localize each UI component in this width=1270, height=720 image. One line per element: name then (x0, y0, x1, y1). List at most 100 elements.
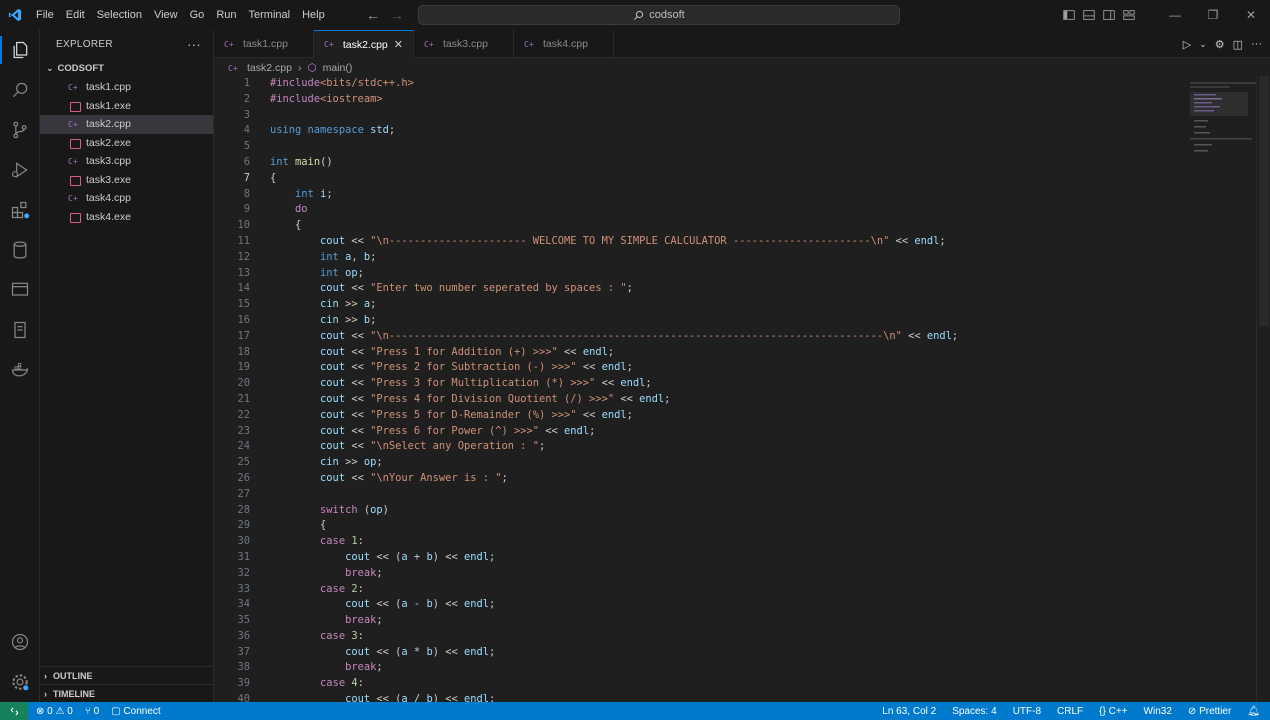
menu-terminal[interactable]: Terminal (243, 0, 297, 30)
line-number: 23 (237, 424, 250, 437)
run-icon[interactable]: ▷ (1183, 38, 1191, 51)
line-number: 38 (237, 661, 250, 674)
back-arrow-icon[interactable]: ← (366, 7, 380, 23)
accounts-activity[interactable] (0, 622, 40, 662)
remote-explorer-icon (11, 282, 29, 296)
code-line: 6 int main() (214, 155, 1194, 171)
notifications-bell-icon[interactable]: 🔔︎ (1247, 706, 1260, 717)
language-mode[interactable]: {} C++ (1099, 706, 1127, 717)
tab-label: task2.cpp (342, 38, 388, 51)
toggle-secondary-sidebar-icon[interactable] (1102, 8, 1116, 22)
activity-bar (0, 30, 40, 702)
code-line: 13 int op; (214, 266, 1194, 282)
breadcrumb-file[interactable]: task2.cpp (247, 62, 292, 74)
vertical-scrollbar[interactable] (1256, 76, 1270, 702)
line-number: 13 (237, 266, 250, 279)
code-text: cin >> op; (320, 456, 383, 469)
code-line: 19 cout << "Press 2 for Subtraction (-) … (214, 360, 1194, 376)
remote-explorer-activity[interactable] (0, 270, 40, 310)
indentation[interactable]: Spaces: 4 (952, 706, 996, 717)
file-item[interactable]: task3.exe (40, 171, 213, 190)
remote-indicator[interactable] (0, 702, 28, 720)
code-editor[interactable]: 1 #include<bits/stdc++.h> 2 #include<iostre… (214, 76, 1194, 702)
line-number: 8 (243, 187, 250, 200)
timeline-section[interactable]: › TIMELINE (40, 684, 214, 702)
database-activity[interactable] (0, 230, 40, 270)
line-number: 28 (237, 503, 250, 516)
minimap[interactable] (1186, 76, 1260, 166)
command-center-search[interactable]: codsoft (418, 5, 900, 25)
code-line: 38 break; (214, 660, 1194, 676)
line-number: 4 (243, 124, 250, 137)
menu-view[interactable]: View (148, 0, 184, 30)
toggle-panel-icon[interactable] (1082, 8, 1096, 22)
breadcrumb-symbol[interactable]: main() (323, 62, 353, 74)
code-text: break; (345, 566, 383, 579)
restore-button[interactable]: ❐ (1194, 0, 1232, 30)
prettier-label: Prettier (1199, 705, 1232, 717)
code-text: int a, b; (320, 250, 377, 263)
extensions-activity[interactable] (0, 190, 40, 230)
remote-icon (10, 707, 18, 715)
problems-indicator[interactable]: ⊗ 0 ⚠ 0 (36, 706, 73, 717)
run-debug-activity[interactable] (0, 150, 40, 190)
forward-arrow-icon[interactable]: → (390, 7, 404, 23)
menu-help[interactable]: Help (296, 0, 331, 30)
search-activity[interactable] (0, 70, 40, 110)
code-text: #include<iostream> (270, 92, 383, 105)
encoding[interactable]: UTF-8 (1013, 706, 1041, 717)
docker-activity[interactable] (0, 350, 40, 390)
title-right: — ❐ ✕ (1062, 0, 1270, 30)
menu-selection[interactable]: Selection (91, 0, 148, 30)
more-actions-icon[interactable]: ··· (187, 37, 201, 52)
file-item[interactable]: C+ task1.cpp (40, 78, 213, 97)
menu-edit[interactable]: Edit (60, 0, 91, 30)
code-text: { (270, 519, 327, 532)
tab-task3-cpp[interactable]: C+ task3.cpp (414, 30, 514, 58)
line-number: 18 (237, 345, 250, 358)
code-text: { (270, 219, 302, 232)
testing-activity[interactable] (0, 310, 40, 350)
customize-layout-icon[interactable] (1122, 8, 1136, 22)
ports-indicator[interactable]: ⑂ 0 (85, 706, 99, 717)
code-text: #include<bits/stdc++.h> (270, 77, 414, 89)
warning-icon: ⚠ (55, 705, 65, 717)
chevron-down-icon[interactable]: ⌄ (1199, 39, 1207, 50)
tab-task1-cpp[interactable]: C+ task1.cpp (214, 30, 314, 58)
settings-gear-icon[interactable]: ⚙ (1215, 38, 1225, 51)
connect-indicator[interactable]: ▢ Connect (111, 706, 160, 717)
line-ending[interactable]: CRLF (1057, 706, 1083, 717)
tab-task2-cpp[interactable]: C+ task2.cpp ✕ (314, 30, 414, 58)
file-item[interactable]: C+ task4.cpp (40, 189, 213, 208)
code-text: cout << "Press 4 for Division Quotient (… (320, 392, 671, 405)
explorer-activity[interactable] (0, 30, 40, 70)
close-window-button[interactable]: ✕ (1232, 0, 1270, 30)
folder-codsoft[interactable]: ⌄ CODSOFT (40, 58, 213, 78)
menu-run[interactable]: Run (210, 0, 242, 30)
cursor-position[interactable]: Ln 63, Col 2 (882, 706, 936, 717)
file-item[interactable]: task4.exe (40, 208, 213, 227)
platform[interactable]: Win32 (1144, 706, 1172, 717)
file-item[interactable]: task2.exe (40, 134, 213, 153)
manage-activity[interactable] (0, 662, 40, 702)
line-number: 32 (237, 566, 250, 579)
outline-section[interactable]: › OUTLINE (40, 666, 214, 684)
tab-task4-cpp[interactable]: C+ task4.cpp (514, 30, 614, 58)
source-control-activity[interactable] (0, 110, 40, 150)
file-item[interactable]: C+ task2.cpp (40, 115, 213, 134)
toggle-primary-sidebar-icon[interactable] (1062, 8, 1076, 22)
line-number: 17 (237, 329, 250, 342)
prettier-indicator[interactable]: ⊘ Prettier (1188, 706, 1231, 717)
line-number: 39 (237, 677, 250, 690)
code-text: cout << (a / b) << endl; (345, 693, 496, 702)
minimize-button[interactable]: — (1156, 0, 1194, 30)
split-editor-icon[interactable]: ◫ (1233, 38, 1243, 51)
file-item[interactable]: C+ task3.cpp (40, 152, 213, 171)
code-line: 32 break; (214, 566, 1194, 582)
more-actions-icon[interactable]: ··· (1251, 38, 1262, 50)
menu-go[interactable]: Go (184, 0, 211, 30)
file-item[interactable]: task1.exe (40, 97, 213, 116)
menu-file[interactable]: File (30, 0, 60, 30)
close-tab-icon[interactable]: ✕ (394, 38, 403, 51)
